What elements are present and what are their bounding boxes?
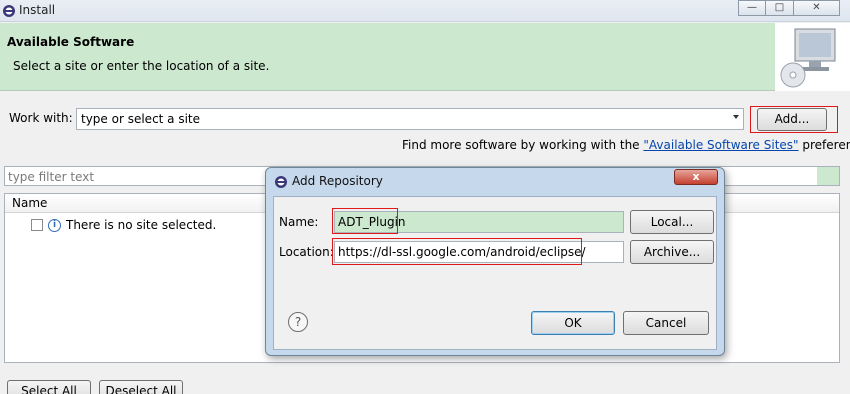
available-software-sites-link[interactable]: "Available Software Sites": [643, 138, 798, 152]
name-label: Name:: [279, 215, 319, 229]
maximize-button[interactable]: □: [766, 0, 794, 16]
page-title: Available Software: [7, 35, 135, 49]
select-all-button[interactable]: Select All: [7, 380, 91, 394]
local-button[interactable]: Local...: [630, 210, 714, 234]
dialog-close-button[interactable]: x: [674, 169, 718, 185]
filter-placeholder: type filter text: [8, 170, 95, 184]
find-more-suffix: preferences.: [802, 138, 850, 152]
work-with-label: Work with:: [9, 111, 73, 125]
close-button[interactable]: ✕: [794, 0, 840, 16]
name-field-highlight: [332, 208, 398, 234]
find-more-text: Find more software by working with the "…: [402, 138, 850, 152]
ok-button[interactable]: OK: [531, 311, 615, 335]
location-field-highlight: [332, 238, 582, 265]
chevron-down-icon[interactable]: [733, 115, 739, 119]
item-checkbox[interactable]: [31, 219, 43, 231]
eclipse-icon: [275, 176, 287, 188]
location-label: Location:: [279, 245, 334, 259]
find-more-prefix: Find more software by working with the: [402, 138, 644, 152]
window-controls: — □ ✕: [738, 0, 840, 16]
deselect-all-button[interactable]: Deselect All: [99, 380, 183, 394]
add-button-highlight: [750, 106, 838, 133]
cancel-button[interactable]: Cancel: [623, 311, 709, 335]
column-name-header[interactable]: Name: [12, 196, 47, 210]
work-with-value: type or select a site: [81, 112, 201, 126]
empty-message: There is no site selected.: [66, 218, 217, 232]
window-title: Install: [19, 3, 56, 17]
clear-filter-icon[interactable]: [817, 167, 839, 185]
minimize-button[interactable]: —: [738, 0, 766, 16]
header-banner: Available Software Select a site or ente…: [0, 23, 850, 91]
archive-button[interactable]: Archive...: [630, 240, 714, 264]
dialog-body: Name: ADT_Plugin Local... Location: http…: [273, 196, 717, 350]
work-with-combo[interactable]: type or select a site: [76, 108, 744, 130]
help-icon[interactable]: ?: [288, 312, 308, 332]
add-repository-dialog: Add Repository x Name: ADT_Plugin Local.…: [265, 167, 725, 356]
eclipse-icon: [3, 5, 15, 17]
dialog-title: Add Repository: [292, 174, 383, 188]
window-title-bar: Install — □ ✕: [0, 0, 850, 22]
monitor-cd-icon: [775, 23, 850, 91]
list-item: i There is no site selected.: [31, 217, 216, 233]
page-description: Select a site or enter the location of a…: [13, 59, 270, 73]
info-icon: i: [48, 218, 61, 232]
